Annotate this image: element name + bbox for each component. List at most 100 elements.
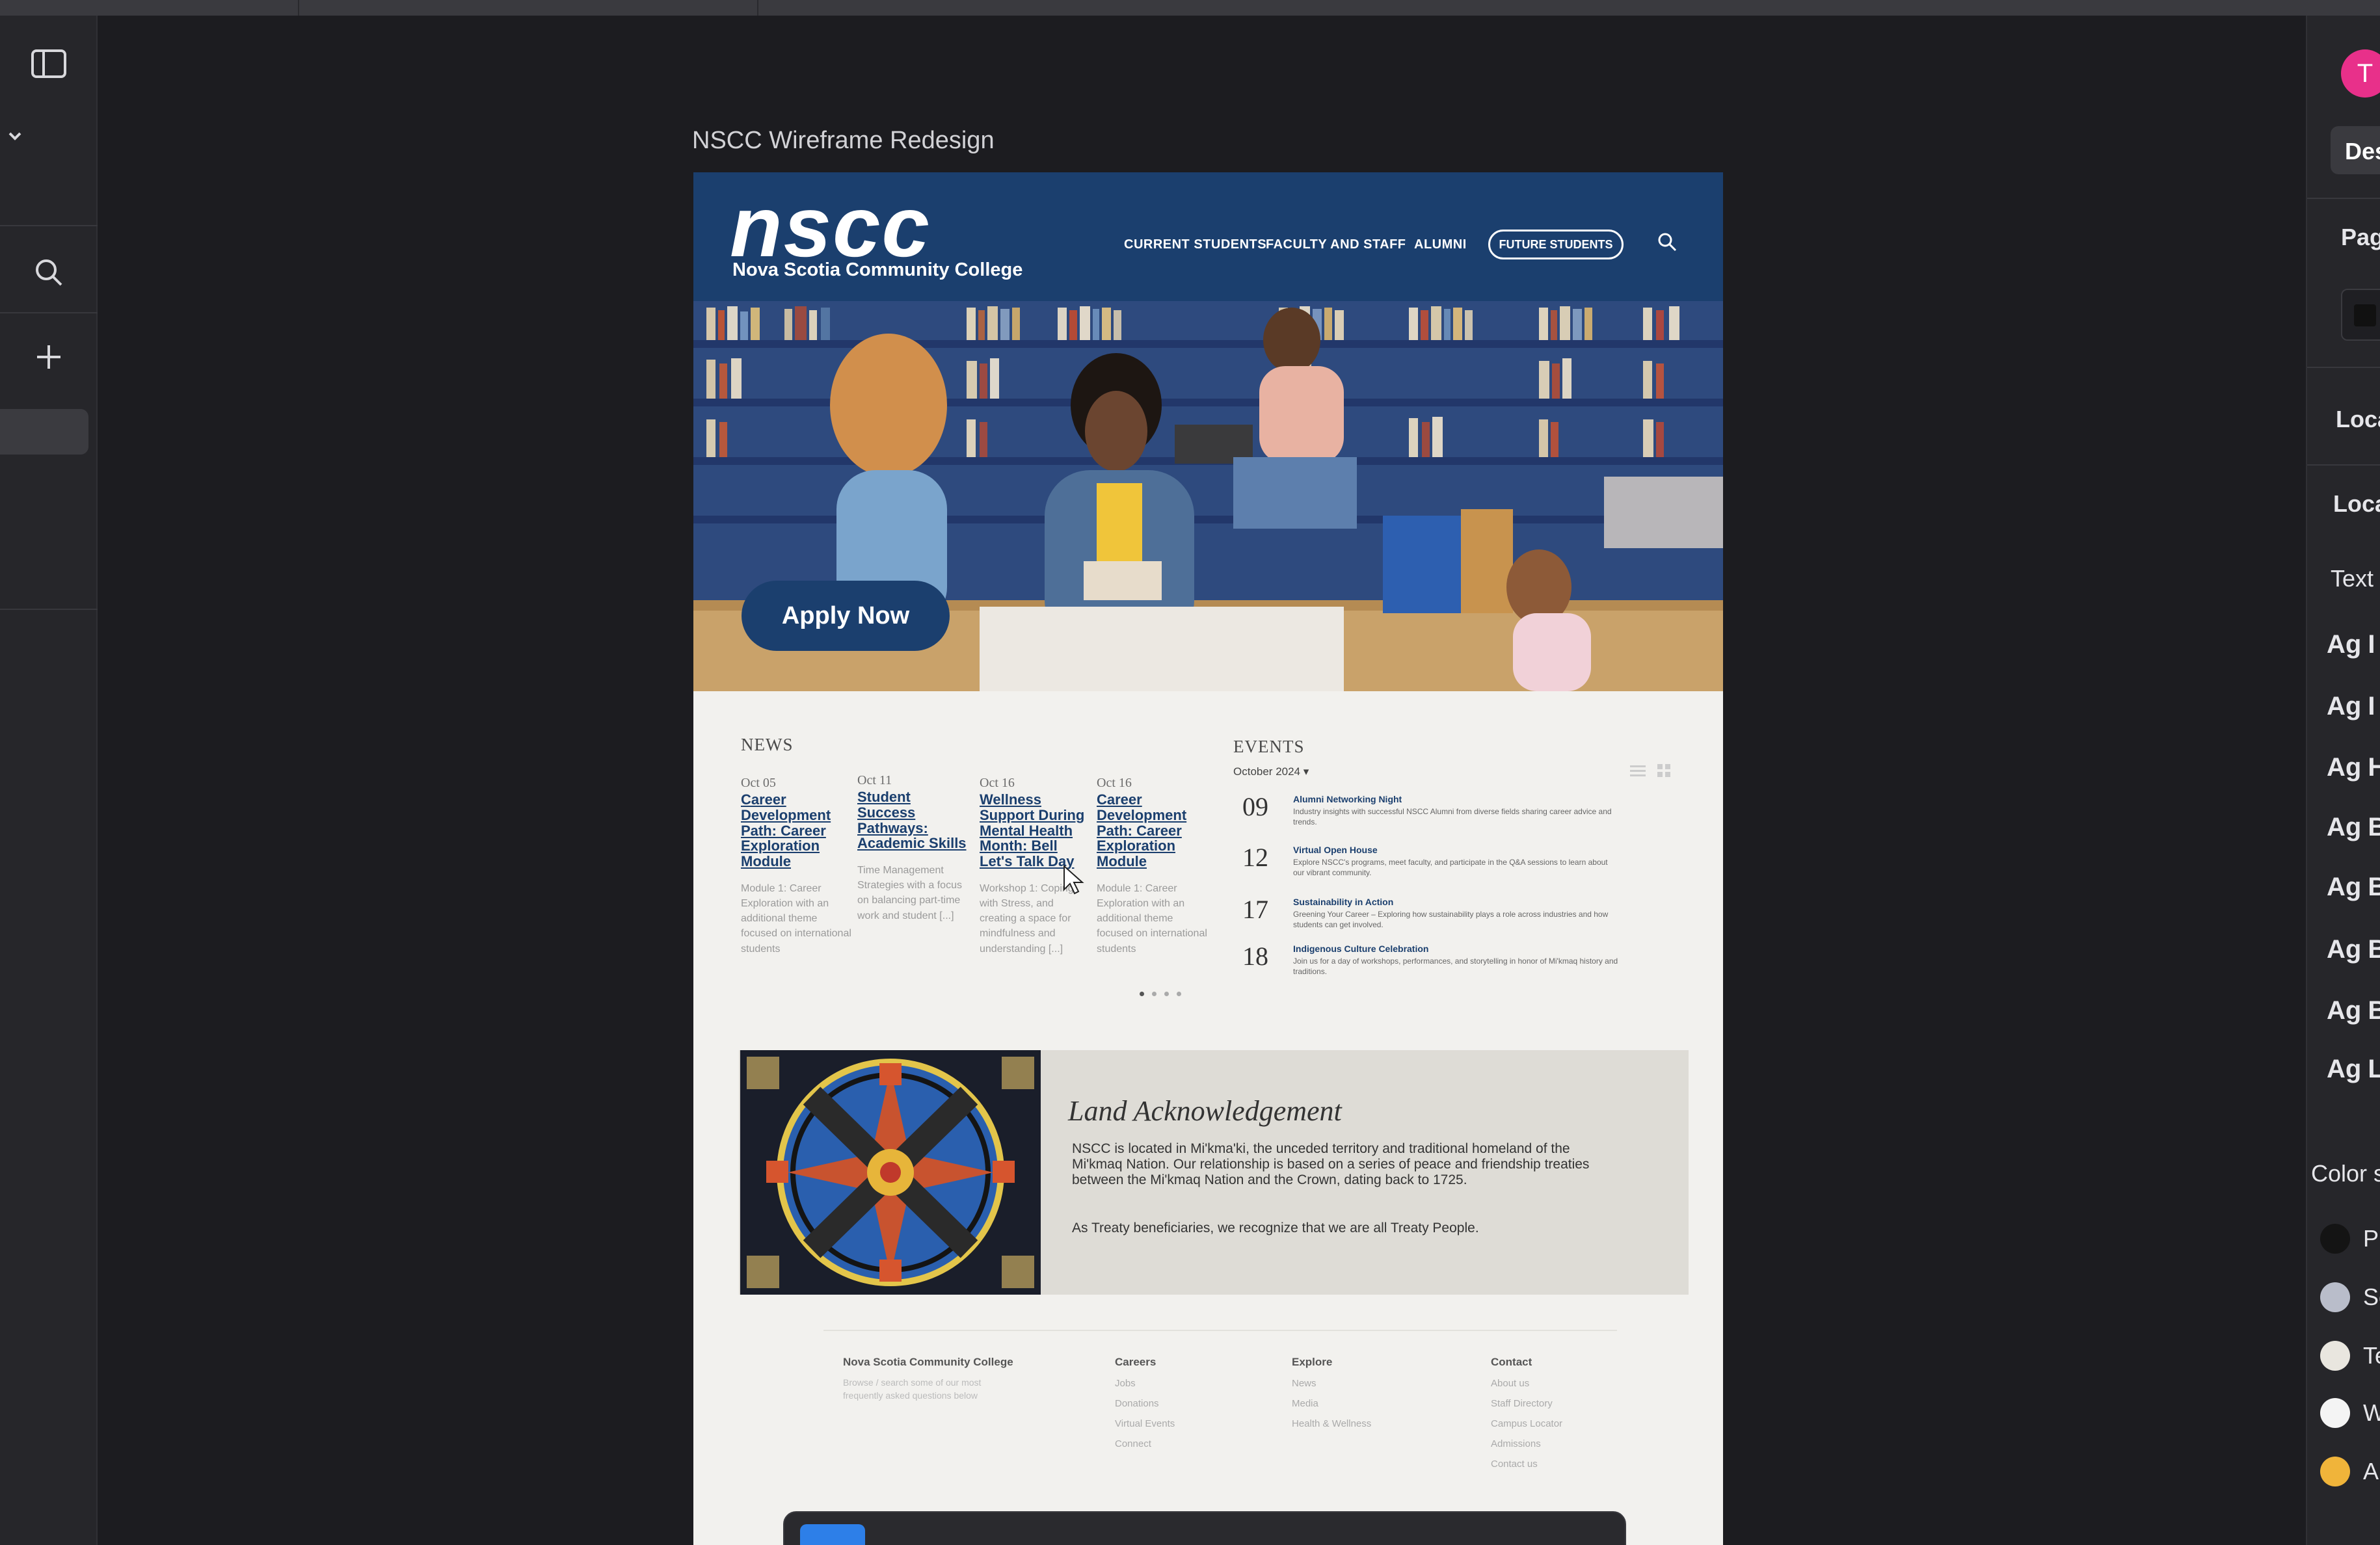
tab-design[interactable]: Des — [2331, 126, 2380, 174]
text-style-item[interactable]: AgH — [2327, 753, 2380, 782]
carousel-dot[interactable] — [1152, 992, 1157, 996]
text-style-item[interactable]: AgB — [2327, 813, 2380, 842]
footer-link[interactable]: Staff Directory — [1491, 1398, 1562, 1409]
footer-link[interactable]: Jobs — [1115, 1378, 1175, 1389]
news-card[interactable]: Oct 11 Student Success Pathways: Academi… — [857, 773, 968, 923]
chevron-down-icon[interactable] — [0, 126, 98, 146]
event-day: 17 — [1242, 895, 1268, 924]
frame-title[interactable]: NSCC Wireframe Redesign — [692, 127, 995, 155]
news-date: Oct 11 — [857, 773, 892, 787]
event-description: Explore NSCC's programs, meet faculty, a… — [1293, 858, 1608, 877]
avatar-initial: T — [2357, 59, 2373, 88]
rail-divider — [0, 225, 98, 226]
event-day: 18 — [1242, 942, 1268, 971]
design-frame[interactable]: nscc Nova Scotia Community College CURRE… — [693, 172, 1723, 1545]
event-title[interactable]: Indigenous Culture Celebration — [1293, 944, 1428, 954]
chevron-down-icon: ▾ — [1303, 765, 1309, 778]
text-style-item[interactable]: AgB — [2327, 935, 2380, 964]
event-title[interactable]: Alumni Networking Night — [1293, 794, 1402, 804]
text-style-item[interactable]: Ag I — [2327, 630, 2375, 659]
mouse-cursor-icon — [1063, 865, 1084, 895]
footer-link[interactable]: Campus Locator — [1491, 1418, 1562, 1429]
carousel-dot[interactable] — [1140, 992, 1144, 996]
event-description: Join us for a day of workshops, performa… — [1293, 957, 1618, 976]
rail-divider — [0, 312, 98, 313]
color-swatch[interactable] — [2320, 1457, 2350, 1486]
grid-view-icon[interactable] — [1657, 764, 1670, 777]
nav-current-students[interactable]: CURRENT STUDENTS — [1124, 237, 1266, 252]
footer-link[interactable]: Connect — [1115, 1438, 1175, 1449]
layer-selection[interactable] — [0, 409, 88, 455]
color-style-name[interactable]: Whi — [2363, 1399, 2380, 1427]
footer-divider — [823, 1330, 1617, 1331]
footer-about-text: Browse / search some of our most frequen… — [843, 1377, 982, 1401]
event-day: 12 — [1242, 843, 1268, 872]
text-style-item[interactable]: Ag I — [2327, 692, 2375, 721]
apply-now-button[interactable]: Apply Now — [742, 581, 950, 651]
footer-link[interactable]: Donations — [1115, 1398, 1175, 1409]
color-style-name[interactable]: Ter — [2363, 1342, 2380, 1369]
news-title-link[interactable]: Career Development Path: Career Explorat… — [741, 792, 851, 869]
user-avatar[interactable]: T — [2341, 49, 2380, 98]
footer-about: Nova Scotia Community College Browse / s… — [843, 1356, 1013, 1402]
text-style-item[interactable]: AgBo — [2327, 996, 2380, 1025]
page-color-field[interactable] — [2341, 289, 2380, 341]
color-swatch[interactable] — [2320, 1341, 2350, 1371]
treaty-statement: As Treaty beneficiaries, we recognize th… — [1072, 1221, 1479, 1235]
site-logo-subtitle: Nova Scotia Community College — [732, 259, 1023, 280]
news-carousel-dots[interactable] — [1140, 992, 1181, 996]
local-styles-label: Loca — [2333, 490, 2380, 517]
news-title-link[interactable]: Wellness Support During Mental Health Mo… — [980, 792, 1090, 869]
footer-link[interactable]: News — [1292, 1378, 1371, 1389]
footer-link[interactable]: Admissions — [1491, 1438, 1562, 1449]
footer-link[interactable]: Health & Wellness — [1292, 1418, 1371, 1429]
color-swatch[interactable] — [2320, 1398, 2350, 1428]
nav-alumni[interactable]: ALUMNI — [1414, 237, 1467, 252]
local-variables-label[interactable]: Loca — [2336, 406, 2380, 433]
footer-link[interactable]: About us — [1491, 1378, 1562, 1389]
carousel-dot[interactable] — [1177, 992, 1181, 996]
search-icon[interactable] — [1656, 231, 1678, 256]
news-title-link[interactable]: Career Development Path: Career Explorat… — [1097, 792, 1207, 869]
plus-icon[interactable] — [0, 334, 98, 380]
news-excerpt: Time Management Strategies with a focus … — [857, 865, 962, 921]
footer-column-careers: Careers Jobs Donations Virtual Events Co… — [1115, 1356, 1175, 1449]
inspector-panel: T Des Pag Loca Loca Text AgI AgI AgH AgB… — [2306, 16, 2380, 1545]
carousel-dot[interactable] — [1164, 992, 1169, 996]
color-style-name[interactable]: Pri — [2363, 1225, 2380, 1252]
color-style-name[interactable]: Ann — [2363, 1458, 2380, 1485]
move-tool-button[interactable] — [800, 1524, 865, 1545]
color-swatch[interactable] — [2320, 1282, 2350, 1312]
text-style-item[interactable]: AgLi — [2327, 1055, 2380, 1084]
event-description: Industry insights with successful NSCC A… — [1293, 807, 1612, 826]
text-style-item[interactable]: AgB — [2327, 873, 2380, 902]
window-top-bar — [0, 0, 2380, 16]
news-heading: NEWS — [741, 735, 794, 754]
month-selector[interactable]: October 2024 ▾ — [1233, 765, 1309, 778]
event-title[interactable]: Virtual Open House — [1293, 845, 1378, 855]
footer-column-heading: Explore — [1292, 1356, 1333, 1368]
search-icon[interactable] — [0, 250, 98, 295]
nav-faculty-staff[interactable]: FACULTY AND STAFF — [1266, 237, 1406, 252]
top-bar-segment[interactable] — [299, 0, 758, 16]
top-bar-segment[interactable] — [0, 0, 299, 16]
news-card[interactable]: Oct 05 Career Development Path: Career E… — [741, 776, 851, 957]
hero-banner: Apply Now — [693, 301, 1723, 691]
color-style-name[interactable]: Sec — [2363, 1284, 2380, 1311]
event-title[interactable]: Sustainability in Action — [1293, 897, 1393, 907]
color-swatch[interactable] — [2320, 1224, 2350, 1254]
news-card[interactable]: Oct 16 Career Development Path: Career E… — [1097, 776, 1207, 957]
list-view-icon[interactable] — [1630, 764, 1646, 777]
left-toolbar — [0, 16, 98, 1545]
footer-link[interactable]: Media — [1292, 1398, 1371, 1409]
inspector-divider — [2307, 198, 2380, 199]
future-students-button[interactable]: FUTURE STUDENTS — [1488, 230, 1624, 259]
mikmaq-star-artwork — [740, 1050, 1041, 1295]
site-logo[interactable]: nscc — [730, 184, 931, 270]
sidebar-toggle-icon[interactable] — [0, 46, 98, 82]
footer-link[interactable]: Contact us — [1491, 1459, 1562, 1470]
page-section-label: Pag — [2341, 224, 2380, 250]
footer-column-contact: Contact About us Staff Directory Campus … — [1491, 1356, 1562, 1470]
footer-link[interactable]: Virtual Events — [1115, 1418, 1175, 1429]
news-title-link[interactable]: Student Success Pathways: Academic Skill… — [857, 789, 968, 851]
